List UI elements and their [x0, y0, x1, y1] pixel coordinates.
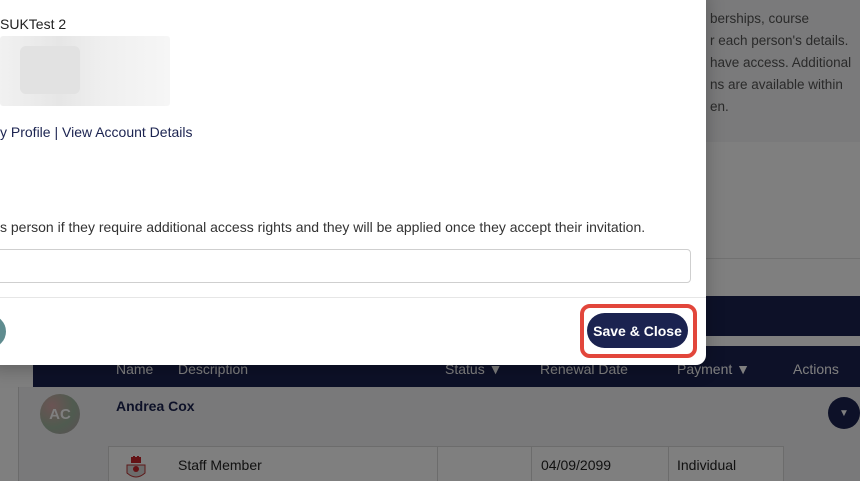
access-rights-input[interactable] — [0, 249, 691, 283]
link-separator: | — [54, 124, 59, 140]
save-and-close-button[interactable]: Save & Close — [587, 313, 688, 348]
redacted-details — [20, 46, 80, 94]
divider — [0, 297, 706, 298]
view-account-details-link[interactable]: View Account Details — [62, 124, 192, 140]
profile-links: y Profile | View Account Details — [0, 124, 192, 140]
edit-person-modal: SUKTest 2 y Profile | View Account Detai… — [0, 0, 706, 365]
view-profile-link[interactable]: y Profile — [0, 124, 51, 140]
member-name: SUKTest 2 — [0, 16, 67, 32]
access-rights-description: s person if they require additional acce… — [0, 219, 646, 235]
secondary-button[interactable] — [0, 315, 6, 348]
